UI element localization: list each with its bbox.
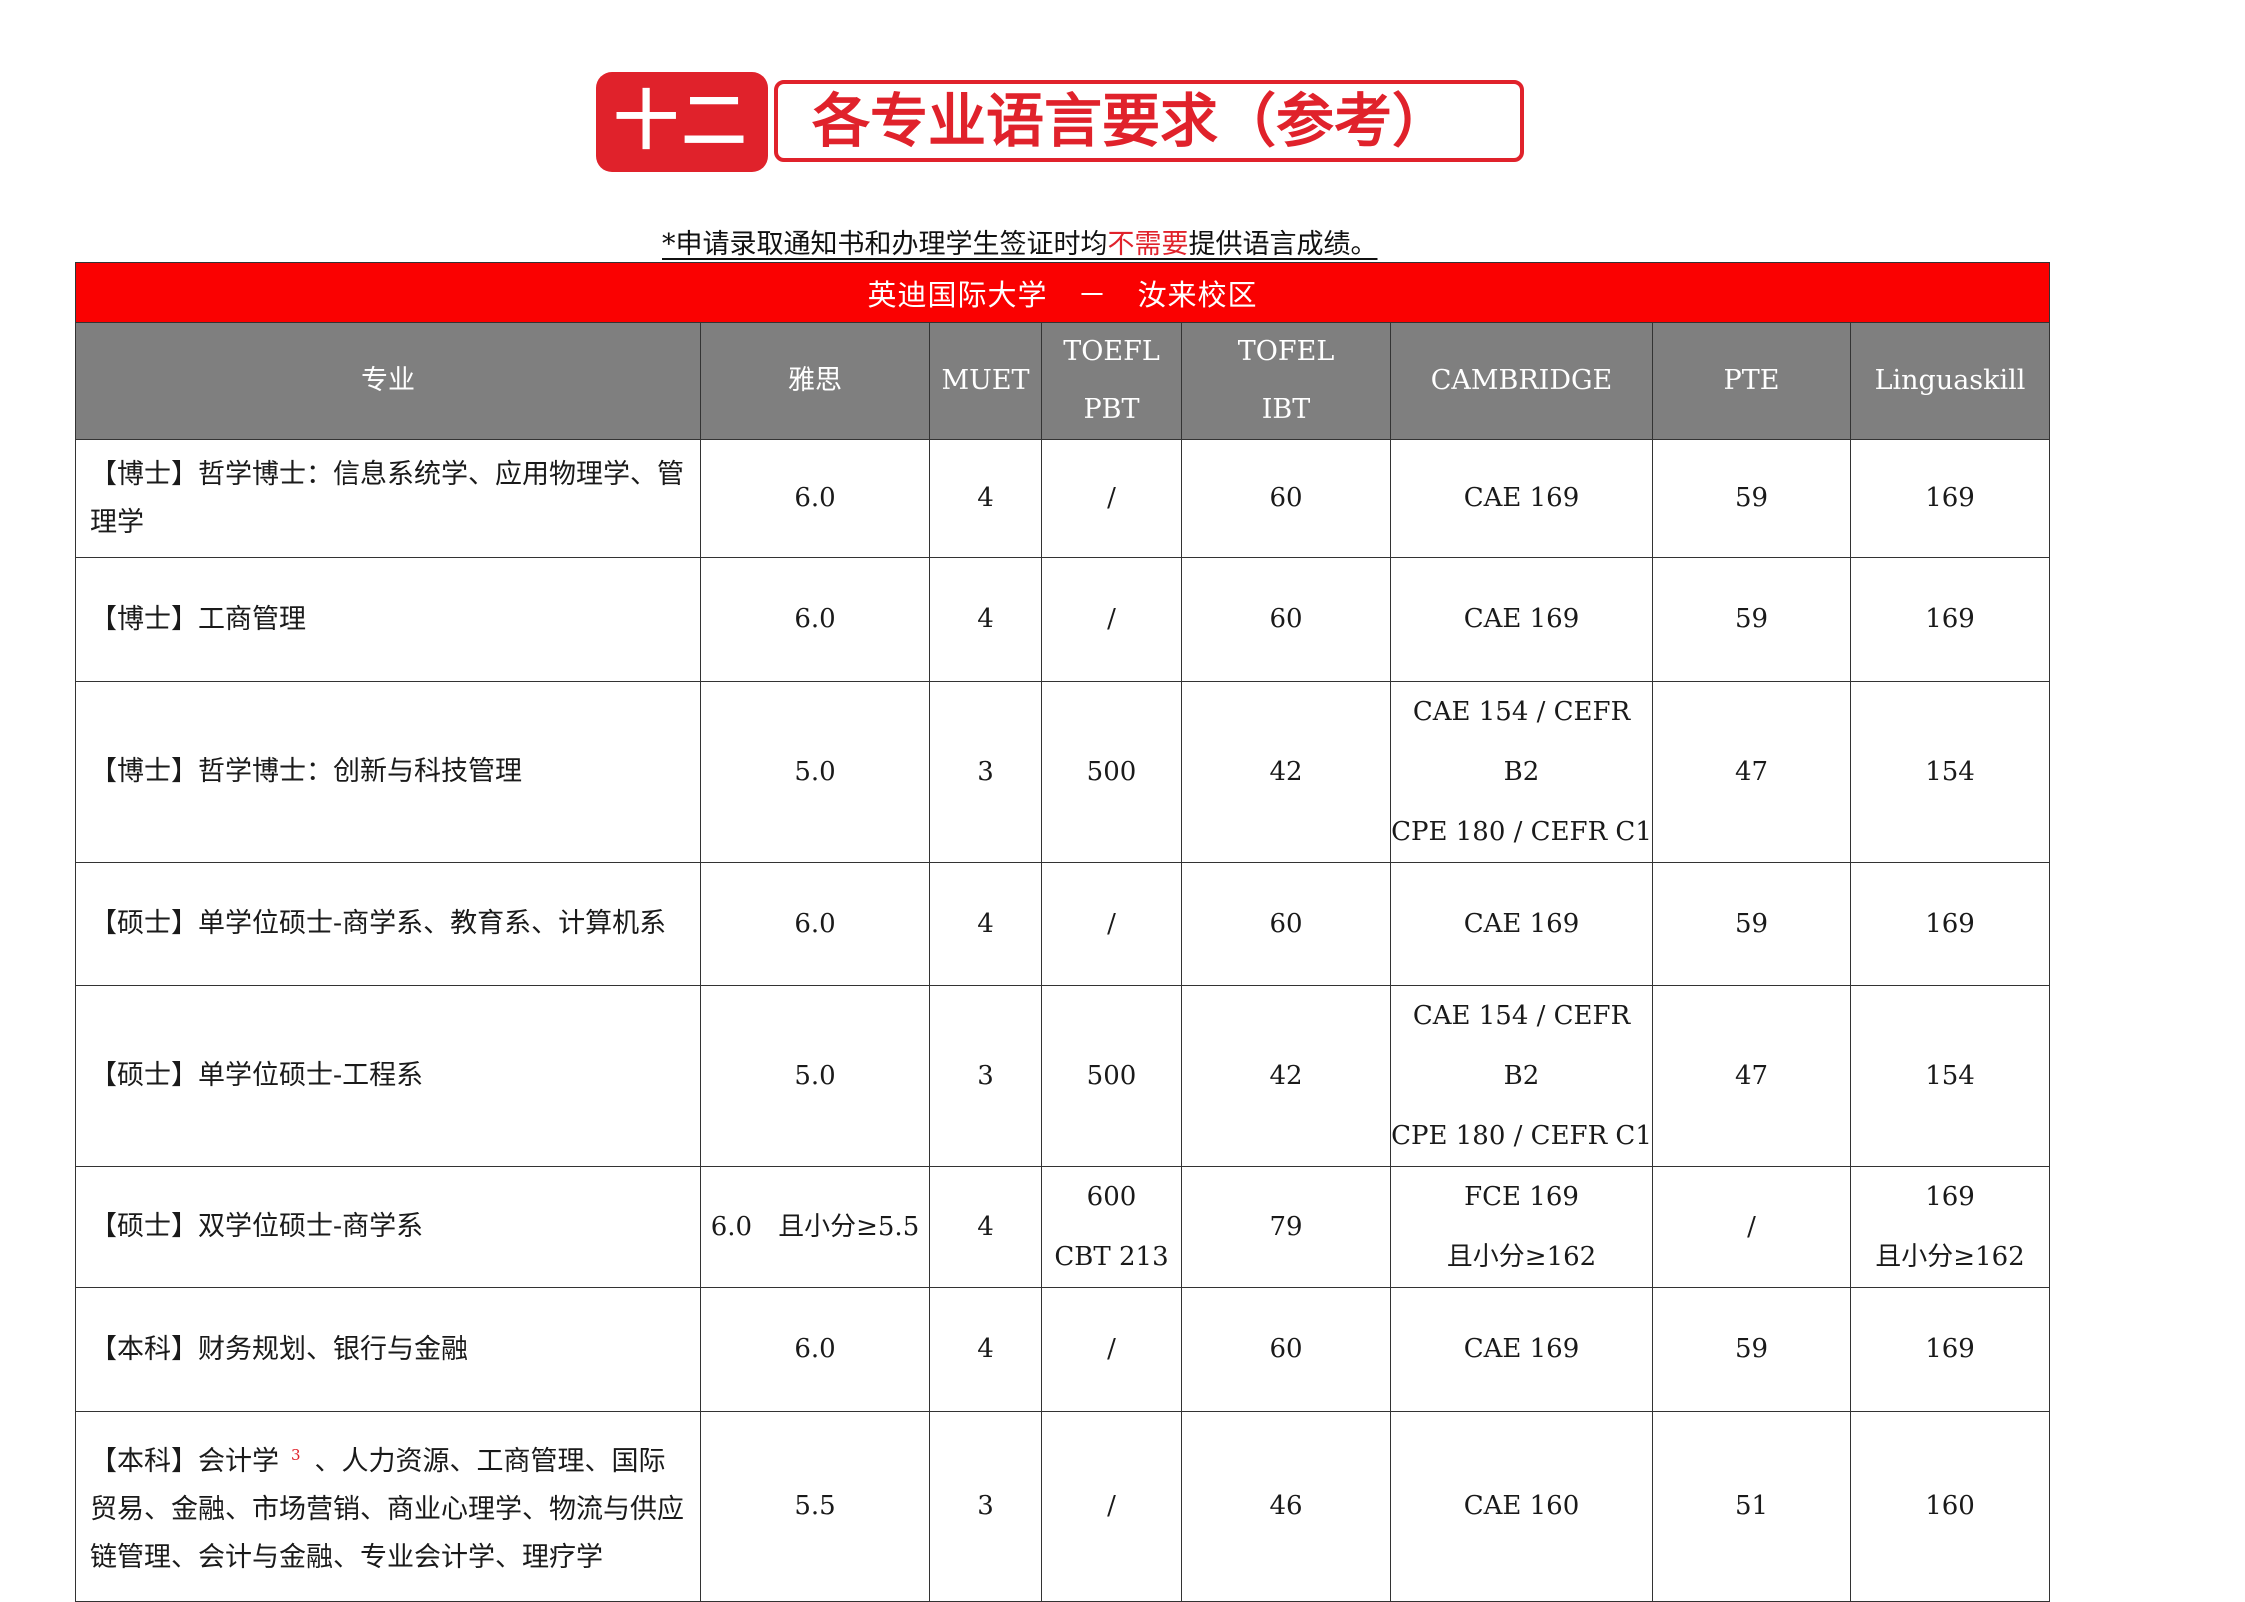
table-row: 【硕士】单学位硕士-工程系 5.0 3 500 42 CAE 154 / CEF…	[75, 985, 2051, 1167]
cell-toefl-ibt: 46	[1181, 1411, 1391, 1602]
header-row: 专业 雅思 MUET TOEFL PBT TOFEL IBT CAMBRIDGE P…	[75, 322, 2051, 440]
cell-ielts: 5.0	[700, 681, 930, 863]
cell-linguaskill: 169	[1849, 557, 2051, 682]
cell-pte: /	[1652, 1166, 1851, 1288]
header-cambridge: CAMBRIDGE	[1390, 322, 1653, 440]
cell-major: 【硕士】单学位硕士-工程系	[75, 985, 701, 1167]
cell-linguaskill: 169	[1849, 1287, 2051, 1412]
cell-toefl-ibt: 42	[1181, 985, 1391, 1167]
cell-linguaskill: 160	[1849, 1411, 2051, 1602]
header-pte: PTE	[1652, 322, 1851, 440]
table-row: 【本科】财务规划、银行与金融 6.0 4 / 60 CAE 169 59 169	[75, 1287, 2051, 1412]
cell-ielts: 6.0 且小分≥5.5	[700, 1166, 930, 1288]
cell-toefl-pbt: /	[1041, 1411, 1182, 1602]
header-ielts: 雅思	[700, 322, 930, 440]
cell-toefl-pbt: /	[1041, 862, 1182, 986]
cell-ielts: 6.0	[700, 439, 930, 558]
cell-pte: 47	[1652, 985, 1851, 1167]
cell-toefl-pbt: /	[1041, 557, 1182, 682]
footnote-marker: 3	[291, 1446, 301, 1464]
language-requirements-table: 英迪国际大学 － 汝来校区 专业 雅思 MUET TOEFL PBT TOFEL I…	[74, 262, 2051, 1602]
note-suffix: 提供语言成绩。	[1188, 229, 1378, 260]
cell-toefl-pbt: /	[1041, 1287, 1182, 1412]
section-banner: 十二 各专业语言要求（参考）	[596, 72, 1526, 172]
cell-ielts: 6.0	[700, 1287, 930, 1412]
cell-pte: 47	[1652, 681, 1851, 863]
cell-muet: 4	[929, 557, 1042, 682]
cell-toefl-ibt: 60	[1181, 862, 1391, 986]
section-title: 各专业语言要求（参考）	[812, 87, 1451, 155]
cell-toefl-pbt: 500	[1041, 985, 1182, 1167]
cell-major: 【硕士】单学位硕士-商学系、教育系、计算机系	[75, 862, 701, 986]
cell-cambridge: CAE 154 / CEFR B2 CPE 180 / CEFR C1	[1390, 681, 1653, 863]
cell-ielts: 6.0	[700, 862, 930, 986]
cell-major: 【博士】工商管理	[75, 557, 701, 682]
table-title: 英迪国际大学 － 汝来校区	[74, 262, 2051, 323]
header-toefl-pbt: TOEFL PBT	[1041, 322, 1182, 440]
cell-major: 【博士】哲学博士：信息系统学、应用物理学、管理学	[75, 439, 701, 558]
cell-cambridge: FCE 169 且小分≥162	[1390, 1166, 1653, 1288]
cell-pte: 51	[1652, 1411, 1851, 1602]
cell-pte: 59	[1652, 1287, 1851, 1412]
cell-toefl-ibt: 60	[1181, 439, 1391, 558]
cell-muet: 4	[929, 439, 1042, 558]
cell-toefl-pbt: 500	[1041, 681, 1182, 863]
visa-note: *申请录取通知书和办理学生签证时均不需要提供语言成绩。	[662, 222, 1378, 261]
cell-linguaskill: 169	[1849, 862, 2051, 986]
cell-toefl-ibt: 60	[1181, 557, 1391, 682]
cell-muet: 3	[929, 985, 1042, 1167]
cell-toefl-pbt: /	[1041, 439, 1182, 558]
cell-linguaskill: 169 且小分≥162	[1849, 1166, 2051, 1288]
note-prefix: *申请录取通知书和办理学生签证时均	[662, 229, 1108, 260]
cell-muet: 3	[929, 1411, 1042, 1602]
cell-linguaskill: 154	[1849, 681, 2051, 863]
table-row: 【博士】哲学博士：创新与科技管理 5.0 3 500 42 CAE 154 / …	[75, 681, 2051, 863]
cell-linguaskill: 154	[1849, 985, 2051, 1167]
cell-cambridge: CAE 169	[1390, 557, 1653, 682]
section-number: 十二	[596, 72, 768, 172]
cell-pte: 59	[1652, 557, 1851, 682]
table-row: 【硕士】双学位硕士-商学系 6.0 且小分≥5.5 4 600 CBT 213 7…	[75, 1166, 2051, 1288]
cell-linguaskill: 169	[1849, 439, 2051, 558]
table-row: 【博士】工商管理 6.0 4 / 60 CAE 169 59 169	[75, 557, 2051, 682]
cell-cambridge: CAE 169	[1390, 862, 1653, 986]
cell-pte: 59	[1652, 862, 1851, 986]
table-row: 【本科】会计学 3 、人力资源、工商管理、国际贸易、金融、市场营销、商业心理学、物流…	[75, 1411, 2051, 1602]
cell-major: 【博士】哲学博士：创新与科技管理	[75, 681, 701, 863]
table-row: 【博士】哲学博士：信息系统学、应用物理学、管理学 6.0 4 / 60 CAE …	[75, 439, 2051, 558]
cell-cambridge: CAE 160	[1390, 1411, 1653, 1602]
cell-ielts: 6.0	[700, 557, 930, 682]
cell-cambridge: CAE 169	[1390, 439, 1653, 558]
cell-ielts: 5.0	[700, 985, 930, 1167]
table-title-row: 英迪国际大学 － 汝来校区	[74, 262, 2051, 323]
cell-pte: 59	[1652, 439, 1851, 558]
cell-cambridge: CAE 154 / CEFR B2 CPE 180 / CEFR C1	[1390, 985, 1653, 1167]
cell-toefl-pbt: 600 CBT 213	[1041, 1166, 1182, 1288]
cell-major: 【本科】财务规划、银行与金融	[75, 1287, 701, 1412]
cell-major: 【硕士】双学位硕士-商学系	[75, 1166, 701, 1288]
header-linguaskill: Linguaskill	[1849, 322, 2051, 440]
section-title-box: 各专业语言要求（参考）	[774, 80, 1524, 162]
cell-ielts: 5.5	[700, 1411, 930, 1602]
note-emphasis: 不需要	[1107, 229, 1189, 260]
cell-muet: 4	[929, 1166, 1042, 1288]
cell-muet: 4	[929, 862, 1042, 986]
cell-cambridge: CAE 169	[1390, 1287, 1653, 1412]
header-major: 专业	[75, 322, 701, 440]
header-toefl-ibt: TOFEL IBT	[1181, 322, 1391, 440]
cell-toefl-ibt: 79	[1181, 1166, 1391, 1288]
cell-muet: 3	[929, 681, 1042, 863]
cell-toefl-ibt: 60	[1181, 1287, 1391, 1412]
header-muet: MUET	[929, 322, 1042, 440]
cell-major: 【本科】会计学 3 、人力资源、工商管理、国际贸易、金融、市场营销、商业心理学、物流…	[75, 1411, 711, 1602]
table-row: 【硕士】单学位硕士-商学系、教育系、计算机系 6.0 4 / 60 CAE 16…	[75, 862, 2051, 986]
cell-muet: 4	[929, 1287, 1042, 1412]
cell-toefl-ibt: 42	[1181, 681, 1391, 863]
